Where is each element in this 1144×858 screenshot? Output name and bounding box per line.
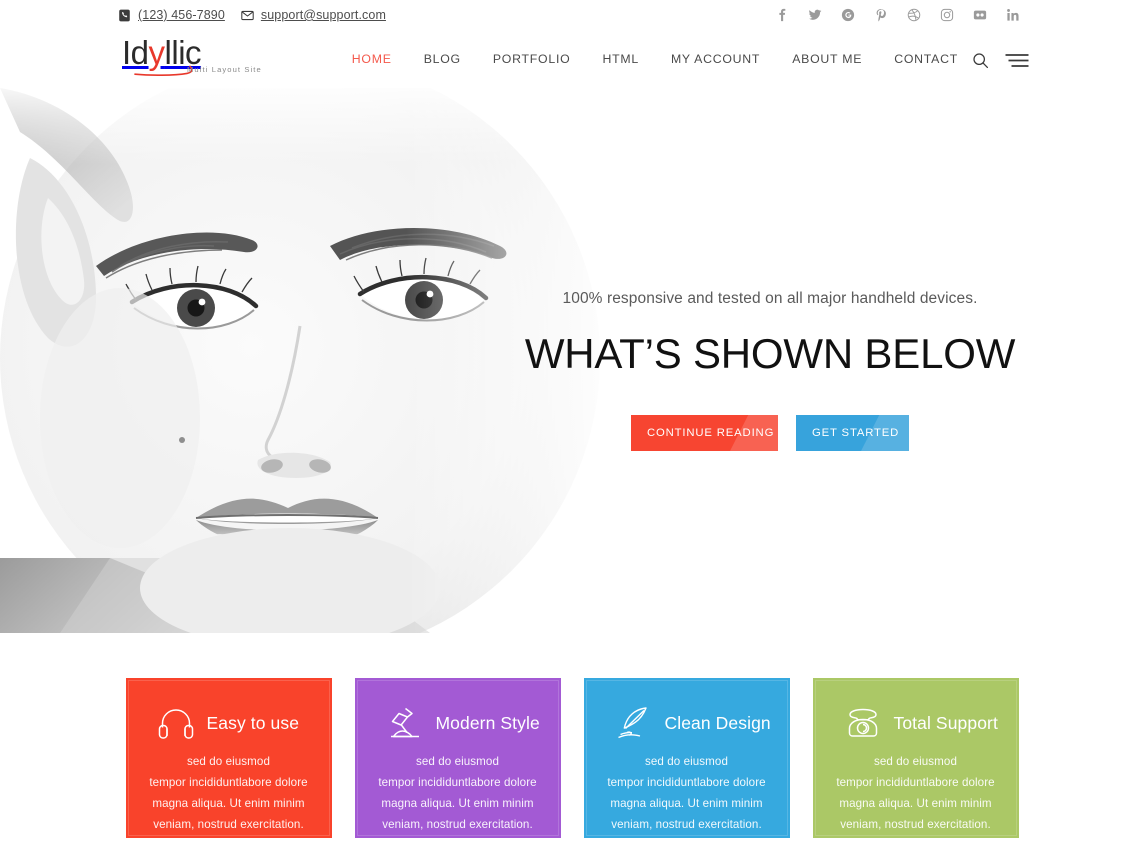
logo-text-before: Id: [122, 34, 149, 71]
feature-card-body: sed do eiusmod tempor incididuntlabore d…: [142, 751, 316, 835]
nav-item-about-me[interactable]: ABOUT ME: [776, 52, 878, 66]
feature-card-line2: tempor incididuntlabore dolore: [378, 776, 537, 789]
features-section: Easy to use sed do eiusmod tempor incidi…: [0, 678, 1144, 838]
feature-card-line2: tempor incididuntlabore dolore: [149, 776, 308, 789]
headphones-icon: [156, 704, 196, 742]
feature-card-body: sed do eiusmod tempor incididuntlabore d…: [371, 751, 545, 835]
feature-card-title: Modern Style: [435, 713, 540, 733]
facebook-icon[interactable]: [775, 8, 789, 22]
dribbble-icon[interactable]: [907, 8, 921, 22]
hero-copy: 100% responsive and tested on all major …: [520, 288, 1020, 451]
pinterest-icon[interactable]: [874, 8, 888, 22]
hero-section: 100% responsive and tested on all major …: [0, 88, 1144, 633]
nav-item-html[interactable]: HTML: [586, 52, 654, 66]
search-icon[interactable]: [972, 52, 989, 69]
feature-card-line4: veniam, nostrud exercitation.: [382, 818, 533, 831]
feature-card-body: sed do eiusmod tempor incididuntlabore d…: [600, 751, 774, 835]
page-root: (123) 456-7890 support@support.com Idyll…: [0, 0, 1144, 858]
feature-card-title: Total Support: [893, 713, 998, 733]
site-logo[interactable]: Idyllic Multi Layout Site: [122, 34, 261, 83]
nav-item-my-account[interactable]: MY ACCOUNT: [655, 52, 776, 66]
get-started-label: GET STARTED: [812, 427, 900, 439]
top-bar: (123) 456-7890 support@support.com: [0, 0, 1144, 30]
feature-card-line1: sed do eiusmod: [187, 755, 270, 768]
feature-card-modern-style[interactable]: Modern Style sed do eiusmod tempor incid…: [354, 678, 561, 838]
feature-card-title: Clean Design: [664, 713, 771, 733]
email-address: support@support.com: [260, 8, 386, 22]
feature-card-clean-design[interactable]: Clean Design sed do eiusmod tempor incid…: [583, 678, 790, 838]
nav-item-contact[interactable]: CONTACT: [878, 52, 974, 66]
email-link[interactable]: support@support.com: [241, 8, 386, 22]
top-bar-contact-group: (123) 456-7890 support@support.com: [118, 0, 386, 30]
feature-card-header: Modern Style: [371, 704, 545, 742]
feature-card-header: Total Support: [829, 704, 1003, 742]
hero-title: WHAT’S SHOWN BELOW: [524, 330, 1016, 377]
feature-card-body: sed do eiusmod tempor incididuntlabore d…: [829, 751, 1003, 835]
feature-card-line1: sed do eiusmod: [874, 755, 957, 768]
hero-button-group: CONTINUE READING GET STARTED: [520, 415, 1020, 451]
feature-card-line2: tempor incididuntlabore dolore: [607, 776, 766, 789]
main-navigation: HOME BLOG PORTFOLIO HTML MY ACCOUNT ABOU…: [336, 52, 974, 66]
desk-lamp-icon: [385, 704, 425, 742]
feature-card-line3: magna aliqua. Ut enim minim: [381, 797, 534, 810]
feature-card-line1: sed do eiusmod: [416, 755, 499, 768]
google-plus-icon[interactable]: [841, 8, 855, 22]
linkedin-icon[interactable]: [1006, 8, 1020, 22]
feature-card-line4: veniam, nostrud exercitation.: [611, 818, 762, 831]
nav-item-portfolio[interactable]: PORTFOLIO: [477, 52, 587, 66]
hamburger-menu-icon[interactable]: [1005, 53, 1029, 68]
feature-card-easy-to-use[interactable]: Easy to use sed do eiusmod tempor incidi…: [125, 678, 332, 838]
feature-card-line2: tempor incididuntlabore dolore: [836, 776, 995, 789]
telephone-icon: [843, 704, 883, 742]
site-header: Idyllic Multi Layout Site HOME BLOG PORT…: [0, 30, 1144, 88]
feature-card-total-support[interactable]: Total Support sed do eiusmod tempor inci…: [812, 678, 1019, 838]
feature-card-header: Easy to use: [142, 704, 316, 742]
instagram-icon[interactable]: [940, 8, 954, 22]
envelope-icon: [241, 9, 254, 22]
social-links: [775, 0, 1020, 30]
feature-card-header: Clean Design: [600, 704, 774, 742]
feature-card-line4: veniam, nostrud exercitation.: [840, 818, 991, 831]
feature-card-line3: magna aliqua. Ut enim minim: [839, 797, 992, 810]
phone-link[interactable]: (123) 456-7890: [118, 8, 225, 22]
feature-card-line1: sed do eiusmod: [645, 755, 728, 768]
hero-subtitle: 100% responsive and tested on all major …: [562, 290, 978, 307]
get-started-button[interactable]: GET STARTED: [796, 415, 909, 451]
logo-accent-letter: y: [148, 34, 166, 71]
feature-card-line3: magna aliqua. Ut enim minim: [152, 797, 305, 810]
phone-icon: [118, 9, 131, 22]
continue-reading-label: CONTINUE READING: [647, 427, 775, 439]
flickr-icon[interactable]: [973, 8, 987, 22]
continue-reading-button[interactable]: CONTINUE READING: [631, 415, 778, 451]
feature-card-line3: magna aliqua. Ut enim minim: [610, 797, 763, 810]
phone-number: (123) 456-7890: [138, 8, 225, 22]
feature-card-line4: veniam, nostrud exercitation.: [153, 818, 304, 831]
header-icon-group: [972, 52, 1029, 69]
twitter-icon[interactable]: [808, 8, 822, 22]
nav-item-blog[interactable]: BLOG: [408, 52, 477, 66]
feature-card-title: Easy to use: [206, 713, 300, 733]
logo-tagline: Multi Layout Site: [187, 65, 262, 74]
nav-item-home[interactable]: HOME: [336, 52, 408, 66]
quill-pen-icon: [614, 704, 654, 742]
